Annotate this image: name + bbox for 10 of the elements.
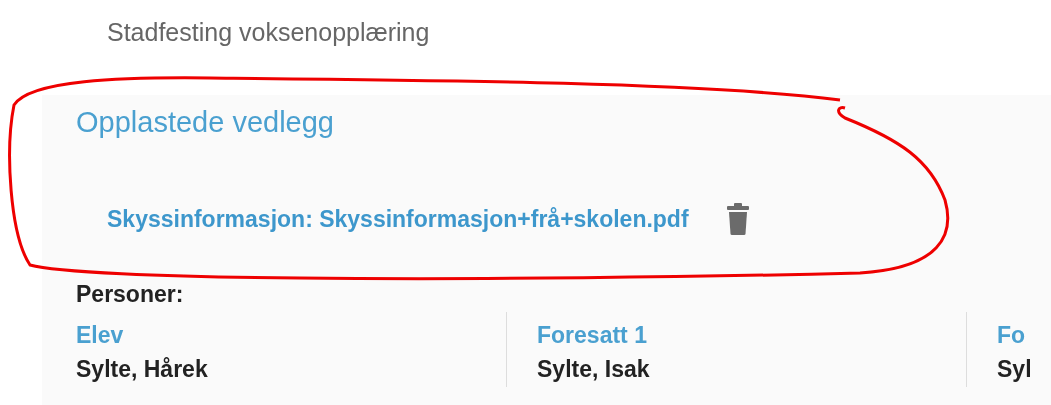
role-label: Fo <box>997 320 1026 350</box>
person-name: Sylte, Hårek <box>76 355 209 385</box>
section-title: Personer: <box>76 281 184 308</box>
delete-icon[interactable] <box>726 203 749 236</box>
file-link[interactable]: Skyssinformasjon: Skyssinformasjon+frå+skolen.pdf <box>107 201 689 237</box>
role-label: Elev <box>76 320 125 350</box>
role-label: Foresatt 1 <box>537 320 648 350</box>
page-heading: Stadfesting voksenopplæring <box>107 18 430 46</box>
person-name: Sylte, Isak <box>537 355 651 385</box>
section-title: Opplastede vedlegg <box>76 105 335 140</box>
